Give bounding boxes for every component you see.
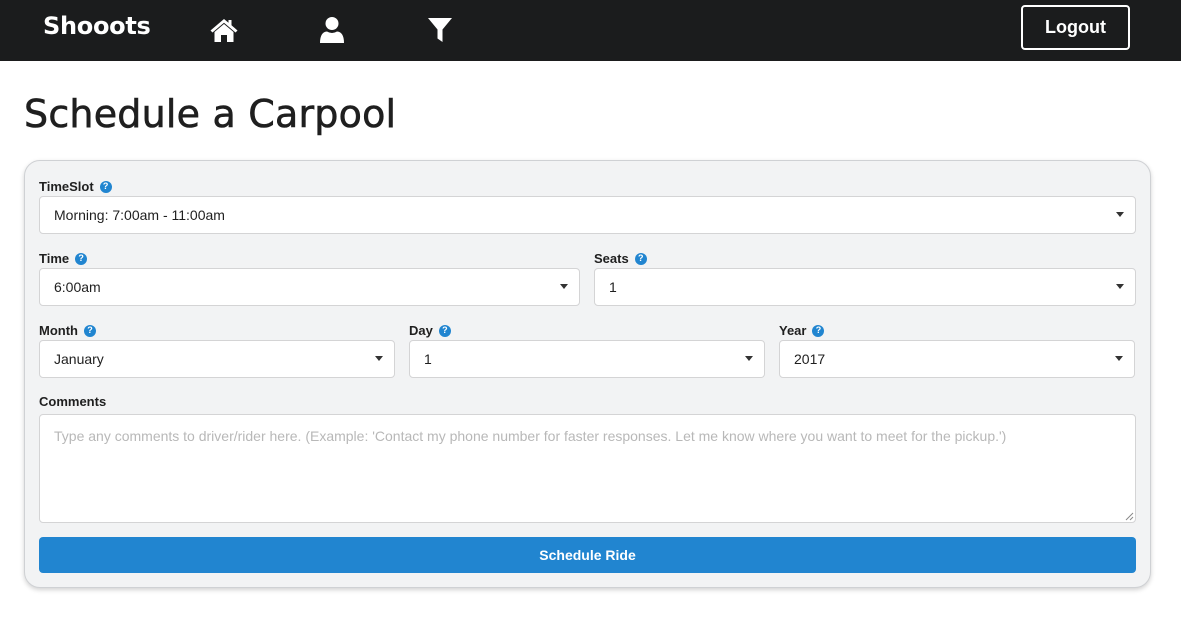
time-select[interactable]: 6:00am	[39, 268, 580, 306]
schedule-ride-button[interactable]: Schedule Ride	[39, 537, 1136, 573]
question-circle-icon[interactable]: ?	[812, 324, 825, 337]
month-select[interactable]: January	[39, 340, 395, 378]
day-select[interactable]: 1	[409, 340, 765, 378]
timeslot-value: Morning: 7:00am - 11:00am	[54, 207, 225, 223]
dropdown-caret-icon	[375, 356, 383, 361]
day-label-text: Day	[409, 323, 433, 338]
schedule-form: TimeSlot ? Morning: 7:00am - 11:00am Tim…	[24, 160, 1151, 588]
home-icon[interactable]	[208, 14, 240, 46]
question-circle-icon[interactable]: ?	[75, 252, 88, 265]
month-label: Month ?	[39, 323, 96, 338]
comments-label-text: Comments	[39, 394, 107, 409]
year-label: Year ?	[779, 323, 825, 338]
timeslot-label-text: TimeSlot	[39, 179, 94, 194]
seats-label: Seats ?	[594, 251, 647, 266]
dropdown-caret-icon	[1115, 356, 1123, 361]
logout-button[interactable]: Logout	[1021, 5, 1130, 50]
question-circle-icon[interactable]: ?	[634, 252, 647, 265]
seats-label-text: Seats	[594, 251, 629, 266]
year-select[interactable]: 2017	[779, 340, 1135, 378]
year-value: 2017	[794, 351, 826, 367]
day-value: 1	[424, 351, 432, 367]
dropdown-caret-icon	[745, 356, 753, 361]
time-value: 6:00am	[54, 279, 101, 295]
question-circle-icon[interactable]: ?	[99, 180, 112, 193]
dropdown-caret-icon	[1116, 284, 1124, 289]
time-label-text: Time	[39, 251, 70, 266]
timeslot-label: TimeSlot ?	[39, 179, 112, 194]
seats-value: 1	[609, 279, 617, 295]
dropdown-caret-icon	[560, 284, 568, 289]
time-label: Time ?	[39, 251, 88, 266]
filter-icon[interactable]	[424, 14, 456, 46]
question-circle-icon[interactable]: ?	[438, 324, 451, 337]
comments-label: Comments	[39, 394, 106, 409]
question-circle-icon[interactable]: ?	[83, 324, 96, 337]
user-icon[interactable]	[316, 14, 348, 46]
year-label-text: Year	[779, 323, 807, 338]
day-label: Day ?	[409, 323, 451, 338]
page-title: Schedule a Carpool	[24, 92, 397, 137]
seats-select[interactable]: 1	[594, 268, 1136, 306]
timeslot-select[interactable]: Morning: 7:00am - 11:00am	[39, 196, 1136, 234]
comments-textarea[interactable]	[39, 414, 1136, 523]
brand-logo[interactable]: Shooots	[43, 12, 151, 40]
month-value: January	[54, 351, 104, 367]
top-navbar: Shooots Logout	[0, 0, 1181, 61]
dropdown-caret-icon	[1116, 212, 1124, 217]
month-label-text: Month	[39, 323, 78, 338]
